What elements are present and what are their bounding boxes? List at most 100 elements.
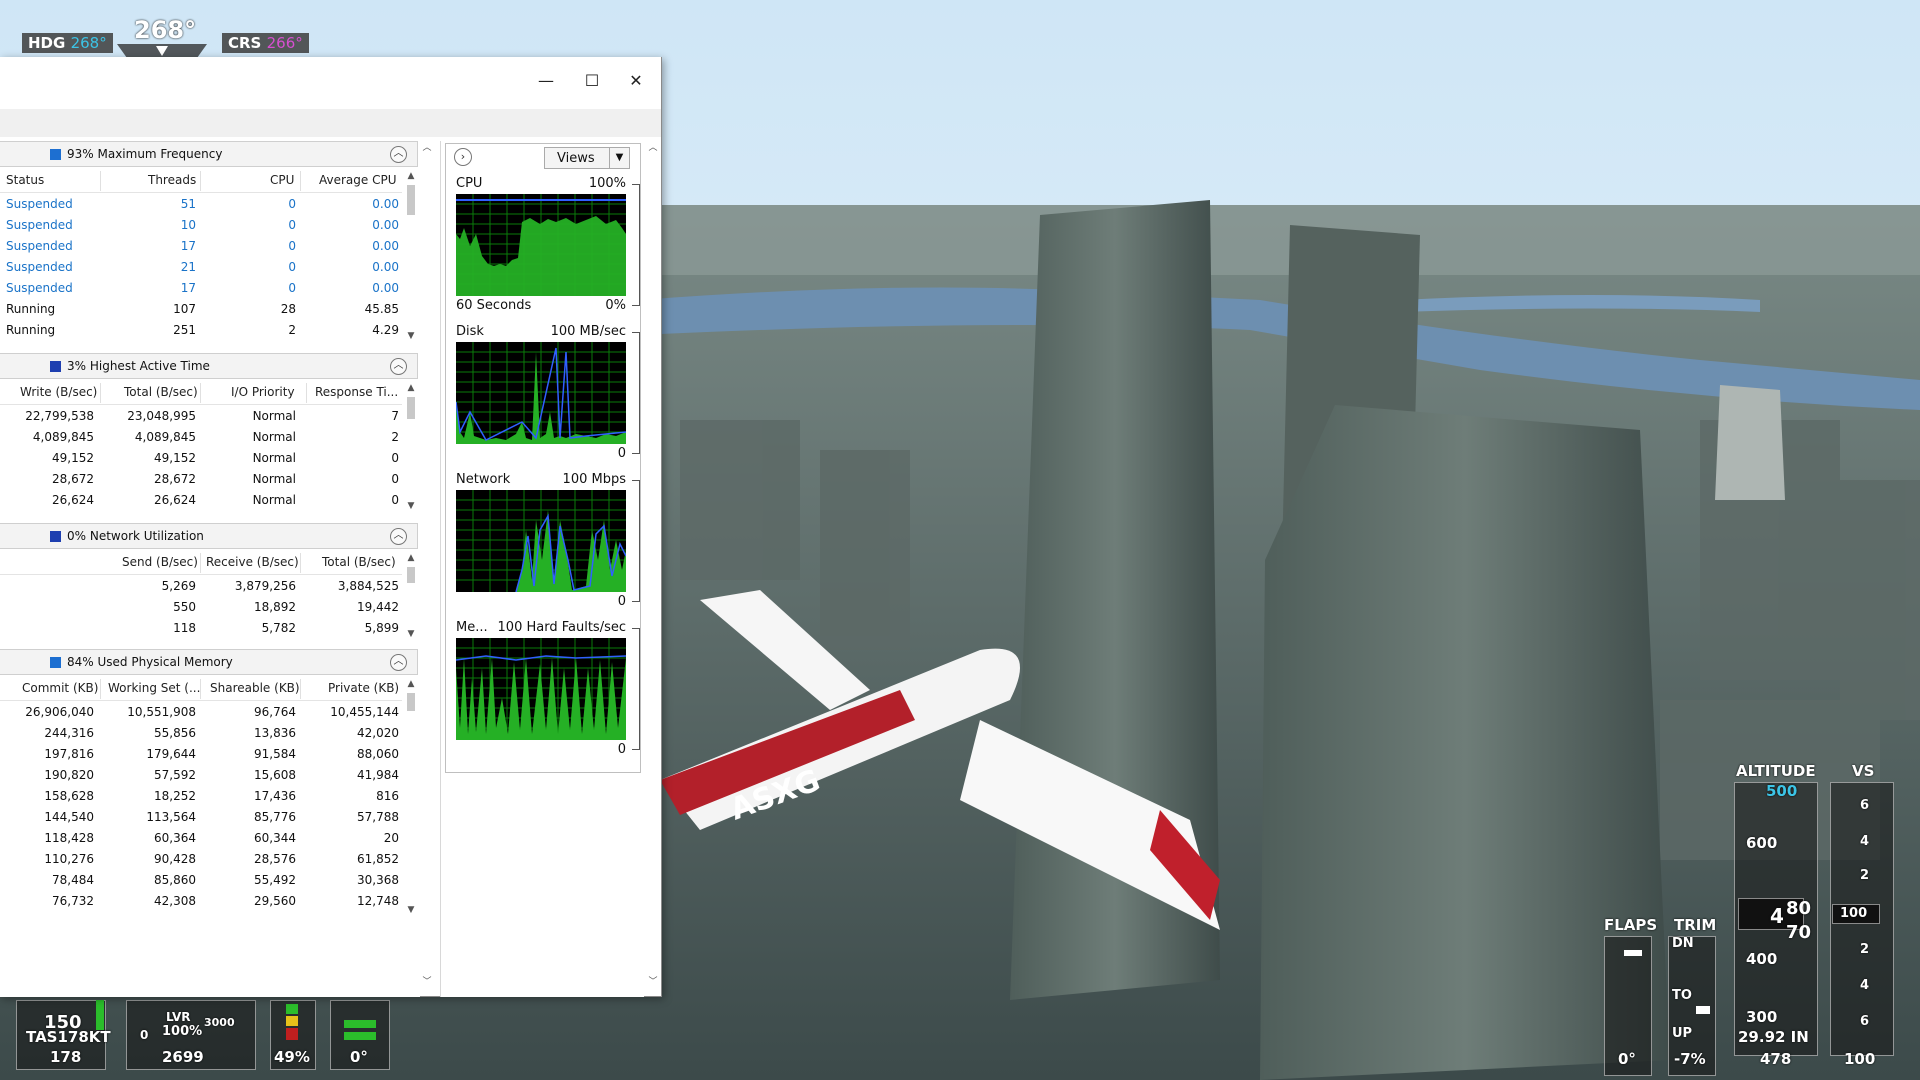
table-row[interactable]: 158,628 18,252 17,436 816	[0, 786, 402, 807]
table-cell: 0	[391, 472, 399, 486]
col-private[interactable]: Private (KB)	[328, 681, 399, 695]
table-cell: 5,782	[261, 621, 296, 635]
cpu-graph: CPU 100% 60 Seconds 0%	[446, 176, 642, 316]
cpu-scrollbar[interactable]: ▲ ▼	[404, 169, 418, 343]
col-receive[interactable]: Receive (B/sec)	[206, 555, 299, 569]
disk-scrollbar[interactable]: ▲ ▼	[404, 381, 418, 513]
table-cell: 15,608	[254, 768, 296, 782]
views-dropdown[interactable]: Views ▼	[544, 147, 630, 169]
table-row[interactable]: 110,276 90,428 28,576 61,852	[0, 849, 402, 870]
fuel-pct: 49%	[274, 1048, 310, 1066]
col-threads[interactable]: Threads	[148, 173, 196, 187]
col-response-time[interactable]: Response Ti...	[315, 385, 398, 399]
table-row[interactable]: 144,540 113,564 85,776 57,788	[0, 807, 402, 828]
table-cell: 18,252	[154, 789, 196, 803]
table-row[interactable]: Suspended 17 0 0.00	[0, 278, 402, 299]
cpu-section-header[interactable]: 93% Maximum Frequency ︿	[0, 141, 418, 167]
table-cell: 0.00	[372, 218, 399, 232]
flight-instruments-right: FLAPS 0° TRIM DN TO UP -7% ALTITUDE 500 …	[1598, 760, 1920, 1080]
table-cell: 23,048,995	[127, 409, 196, 423]
table-cell: 118,428	[44, 831, 94, 845]
table-cell: 17	[180, 281, 196, 295]
col-total[interactable]: Total (B/sec)	[124, 385, 198, 399]
cpu-column-headers: Status Threads CPU Average CPU	[0, 169, 402, 193]
disk-graph-plot	[456, 342, 626, 444]
table-row[interactable]: 4,089,845 4,089,845 Normal 2	[0, 427, 402, 448]
graphs-pane-scrollbar[interactable]: ︿ ﹀	[646, 141, 660, 991]
table-cell: 90,428	[154, 852, 196, 866]
table-row[interactable]: Suspended 10 0 0.00	[0, 215, 402, 236]
table-row[interactable]: Running 107 28 45.85	[0, 299, 402, 320]
memory-section-header[interactable]: 84% Used Physical Memory ︿	[0, 649, 418, 675]
disk-graph-max: 100 MB/sec	[550, 324, 626, 339]
graphs-pane: › Views ▼ CPU 100% 60 Seconds 0% Disk 10…	[440, 141, 660, 997]
table-cell: 2	[288, 323, 296, 337]
flaps-label: FLAPS	[1604, 916, 1658, 934]
table-row[interactable]: 190,820 57,592 15,608 41,984	[0, 765, 402, 786]
flaps-indicator	[1624, 949, 1642, 956]
col-working-set[interactable]: Working Set (...	[108, 681, 200, 695]
table-row[interactable]: Suspended 17 0 0.00	[0, 236, 402, 257]
col-commit[interactable]: Commit (KB)	[22, 681, 98, 695]
table-row[interactable]: Suspended 21 0 0.00	[0, 257, 402, 278]
table-row[interactable]: 76,732 42,308 29,560 12,748	[0, 891, 402, 912]
trim-deg: 0°	[350, 1048, 368, 1066]
table-row[interactable]: 78,484 85,860 55,492 30,368	[0, 870, 402, 891]
cpu-graph-label: CPU	[456, 176, 483, 191]
table-row[interactable]: 26,906,040 10,551,908 96,764 10,455,144	[0, 702, 402, 723]
network-scrollbar[interactable]: ▲ ▼	[404, 551, 418, 641]
heading-big: 268°	[134, 16, 197, 44]
network-section-header[interactable]: 0% Network Utilization ︿	[0, 523, 418, 549]
table-row[interactable]: 550 18,892 19,442	[0, 597, 402, 618]
table-row[interactable]: 5,269 3,879,256 3,884,525	[0, 576, 402, 597]
close-button[interactable]: ✕	[614, 65, 658, 95]
table-row[interactable]: 28,672 28,672 Normal 0	[0, 469, 402, 490]
table-row[interactable]: Suspended 51 0 0.00	[0, 194, 402, 215]
table-cell: 42,020	[357, 726, 399, 740]
table-row[interactable]: 22,799,538 23,048,995 Normal 7	[0, 406, 402, 427]
col-io-priority[interactable]: I/O Priority	[231, 385, 295, 399]
col-network-total[interactable]: Total (B/sec)	[322, 555, 396, 569]
table-row[interactable]: 26,624 26,624 Normal 0	[0, 490, 402, 511]
left-pane-scrollbar[interactable]: ︿ ﹀	[420, 141, 434, 991]
table-cell: Normal	[252, 493, 296, 507]
table-cell: 76,732	[52, 894, 94, 908]
table-cell: 110,276	[44, 852, 94, 866]
crs-value: 266°	[266, 34, 303, 52]
table-cell: 7	[391, 409, 399, 423]
resource-monitor-window: — ☐ ✕ 93% Maximum Frequency ︿ Status Thr…	[0, 57, 662, 997]
views-label: Views	[557, 151, 595, 166]
fuel-bar-red	[286, 1028, 298, 1040]
left-pane: 93% Maximum Frequency ︿ Status Threads C…	[0, 141, 434, 997]
table-row[interactable]: 118,428 60,364 60,344 20	[0, 828, 402, 849]
cpu-collapse-button[interactable]: ︿	[390, 146, 407, 163]
table-cell: 85,860	[154, 873, 196, 887]
table-cell: 49,152	[154, 451, 196, 465]
maximize-button[interactable]: ☐	[570, 65, 614, 95]
col-shareable[interactable]: Shareable (KB)	[210, 681, 300, 695]
memory-collapse-button[interactable]: ︿	[390, 654, 407, 671]
table-row[interactable]: 49,152 49,152 Normal 0	[0, 448, 402, 469]
table-row[interactable]: 118 5,782 5,899	[0, 618, 402, 639]
table-row[interactable]: 244,316 55,856 13,836 42,020	[0, 723, 402, 744]
minimize-button[interactable]: —	[524, 65, 568, 95]
trim-bar-1	[344, 1020, 376, 1028]
col-write[interactable]: Write (B/sec)	[20, 385, 97, 399]
views-toolbar: › Views ▼	[446, 144, 642, 170]
col-average-cpu[interactable]: Average CPU	[319, 173, 397, 187]
table-row[interactable]: 197,816 179,644 91,584 88,060	[0, 744, 402, 765]
disk-collapse-button[interactable]: ︿	[390, 358, 407, 375]
expand-arrow-icon[interactable]: ›	[454, 148, 472, 166]
table-cell: 60,364	[154, 831, 196, 845]
altitude-tens-80: 80	[1786, 898, 1812, 919]
table-cell: 5,269	[161, 579, 196, 593]
disk-section: 3% Highest Active Time ︿ Write (B/sec) T…	[0, 353, 420, 517]
title-bar[interactable]: — ☐ ✕	[0, 57, 661, 109]
network-collapse-button[interactable]: ︿	[390, 528, 407, 545]
col-send[interactable]: Send (B/sec)	[122, 555, 198, 569]
memory-scrollbar[interactable]: ▲ ▼	[404, 677, 418, 917]
col-status[interactable]: Status	[6, 173, 44, 187]
table-row[interactable]: Running 251 2 4.29	[0, 320, 402, 341]
disk-section-header[interactable]: 3% Highest Active Time ︿	[0, 353, 418, 379]
col-cpu[interactable]: CPU	[270, 173, 294, 187]
